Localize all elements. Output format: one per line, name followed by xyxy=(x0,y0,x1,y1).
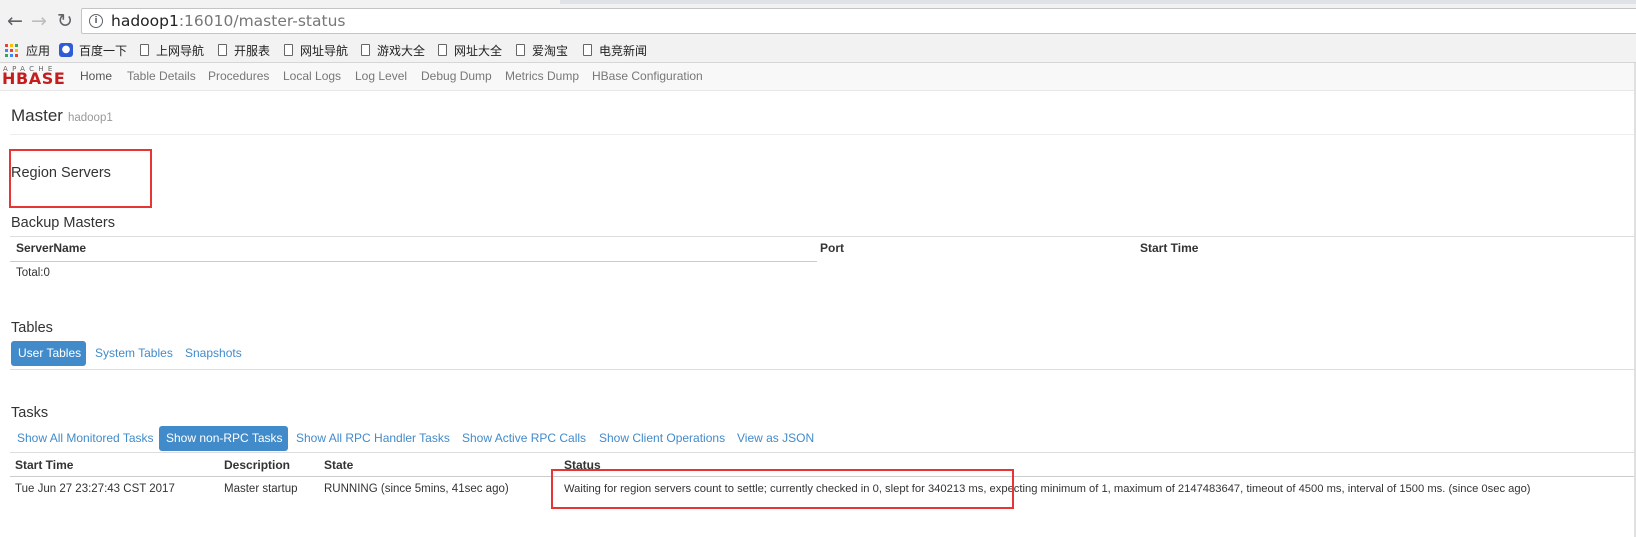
column-header-servername[interactable]: ServerName xyxy=(16,241,86,255)
tab-snapshots[interactable]: Snapshots xyxy=(178,341,249,366)
nav-local-logs[interactable]: Local Logs xyxy=(283,69,341,83)
page-icon xyxy=(516,44,525,56)
backup-masters-total: Total:0 xyxy=(16,267,50,279)
nav-hbase-configuration[interactable]: HBase Configuration xyxy=(592,69,703,83)
browser-toolbar: ← → ↻ i hadoop1:16010/master-status xyxy=(0,4,1636,38)
bookmark-label: 网址大全 xyxy=(454,43,503,58)
tasks-tab-divider xyxy=(10,452,1636,453)
region-servers-heading: Region Servers xyxy=(11,165,111,181)
bookmark-label: 开服表 xyxy=(234,43,271,58)
column-header-state[interactable]: State xyxy=(324,458,353,472)
page-icon xyxy=(284,44,293,56)
title-divider xyxy=(10,134,1636,135)
task-start-time: Tue Jun 27 23:27:43 CST 2017 xyxy=(15,483,175,495)
tab-show-active-rpc-calls[interactable]: Show Active RPC Calls xyxy=(455,426,593,451)
tab-show-non-rpc-tasks[interactable]: Show non-RPC Tasks xyxy=(159,426,288,451)
tab-show-client-operations[interactable]: Show Client Operations xyxy=(592,426,732,451)
arrow-left-icon[interactable]: ← xyxy=(4,10,26,32)
url-host: hadoop1 xyxy=(111,12,179,30)
baidu-paw-icon: ● xyxy=(59,43,73,57)
bookmark-item[interactable]: 上网导航 xyxy=(140,41,204,59)
tables-tab-divider xyxy=(10,369,1636,370)
bookmark-label: 网址导航 xyxy=(300,43,349,58)
bookmark-label: 百度一下 xyxy=(79,43,128,58)
hbase-logo[interactable]: APACHE HBASE xyxy=(2,65,68,87)
page-icon xyxy=(438,44,447,56)
page-title: Master hadoop1 xyxy=(11,106,113,126)
url-path: :16010/master-status xyxy=(178,12,346,30)
tab-view-as-json[interactable]: View as JSON xyxy=(730,426,821,451)
info-icon[interactable]: i xyxy=(89,14,103,28)
bookmark-apps[interactable]: 应用 xyxy=(5,41,50,59)
tab-show-all-rpc-handler-tasks[interactable]: Show All RPC Handler Tasks xyxy=(289,426,457,451)
nav-procedures[interactable]: Procedures xyxy=(208,69,269,83)
task-state: RUNNING (since 5mins, 41sec ago) xyxy=(324,483,509,495)
hbase-navbar: APACHE HBASE Home Table Details Procedur… xyxy=(0,63,1636,91)
bookmark-label: 爱淘宝 xyxy=(532,43,569,58)
column-header-start-time[interactable]: Start Time xyxy=(15,458,73,472)
bookmark-label: 上网导航 xyxy=(156,43,205,58)
bookmark-label: 应用 xyxy=(26,43,51,58)
page-icon xyxy=(361,44,370,56)
tab-show-all-monitored-tasks[interactable]: Show All Monitored Tasks xyxy=(10,426,161,451)
bookmark-item[interactable]: 网址导航 xyxy=(284,41,348,59)
bookmark-item[interactable]: 开服表 xyxy=(218,41,270,59)
bookmark-label: 游戏大全 xyxy=(377,43,426,58)
bookmark-label: 电竞新闻 xyxy=(599,43,648,58)
tab-system-tables[interactable]: System Tables xyxy=(88,341,180,366)
annotation-box-status xyxy=(551,469,1014,509)
nav-table-details[interactable]: Table Details xyxy=(127,69,196,83)
bookmark-item[interactable]: 爱淘宝 xyxy=(516,41,568,59)
bookmark-item[interactable]: 电竞新闻 xyxy=(583,41,647,59)
master-host: hadoop1 xyxy=(67,112,113,124)
nav-metrics-dump[interactable]: Metrics Dump xyxy=(505,69,579,83)
tab-user-tables[interactable]: User Tables xyxy=(11,341,86,366)
arrow-right-icon[interactable]: → xyxy=(28,10,50,32)
bookmark-item[interactable]: 网址大全 xyxy=(438,41,502,59)
header-underline xyxy=(10,261,817,262)
nav-home[interactable]: Home xyxy=(80,69,112,83)
logo-hbase-text: HBASE xyxy=(2,69,66,88)
bookmark-item[interactable]: 游戏大全 xyxy=(361,41,425,59)
address-bar[interactable]: i hadoop1:16010/master-status xyxy=(81,8,1636,34)
page-icon xyxy=(218,44,227,56)
url-text: hadoop1:16010/master-status xyxy=(111,12,345,30)
nav-debug-dump[interactable]: Debug Dump xyxy=(421,69,492,83)
column-header-start-time[interactable]: Start Time xyxy=(1140,241,1198,255)
page-icon xyxy=(583,44,592,56)
bookmark-baidu[interactable]: ● 百度一下 xyxy=(59,41,127,59)
table-border xyxy=(10,236,1636,237)
bookmarks-bar: 应用 ● 百度一下 上网导航 开服表 网址导航 游戏大全 网址大全 爱淘宝 电竞… xyxy=(0,38,1636,63)
nav-log-level[interactable]: Log Level xyxy=(355,69,407,83)
reload-icon[interactable]: ↻ xyxy=(54,10,76,32)
page-icon xyxy=(140,44,149,56)
column-header-description[interactable]: Description xyxy=(224,458,290,472)
tasks-heading: Tasks xyxy=(11,405,49,421)
tables-heading: Tables xyxy=(11,320,53,336)
apps-grid-icon xyxy=(5,43,18,57)
master-title-text: Master xyxy=(11,106,63,125)
backup-masters-heading: Backup Masters xyxy=(11,215,115,231)
column-header-port[interactable]: Port xyxy=(820,241,844,255)
task-description: Master startup xyxy=(224,483,298,495)
